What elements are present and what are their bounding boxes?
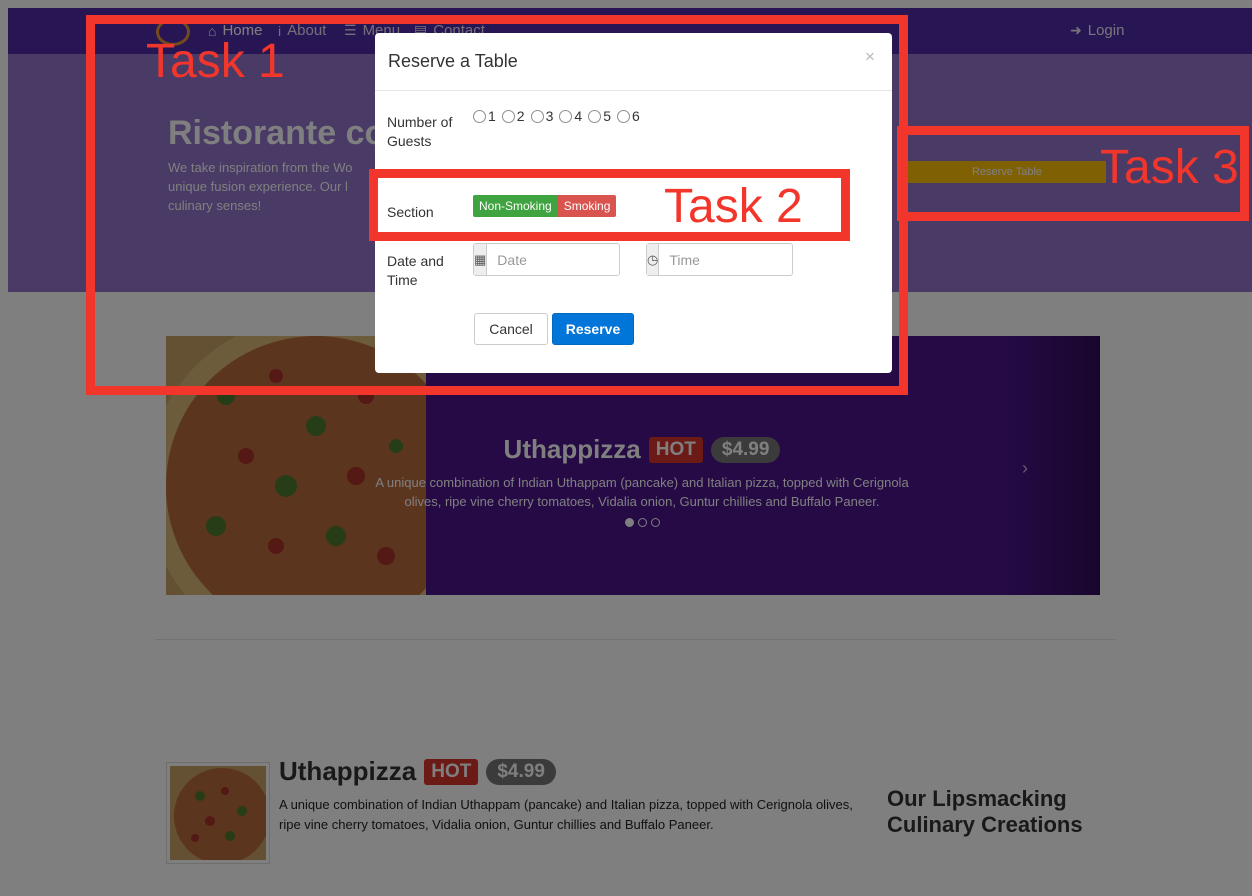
- screenshot: ⌂ Home i About ☰ Menu ▤ Contact ➜ Login …: [0, 0, 1252, 896]
- task1-annotation-label: Task 1: [146, 35, 285, 88]
- task2-annotation-label: Task 2: [664, 180, 803, 233]
- task3-annotation-label: Task 3: [1100, 141, 1239, 194]
